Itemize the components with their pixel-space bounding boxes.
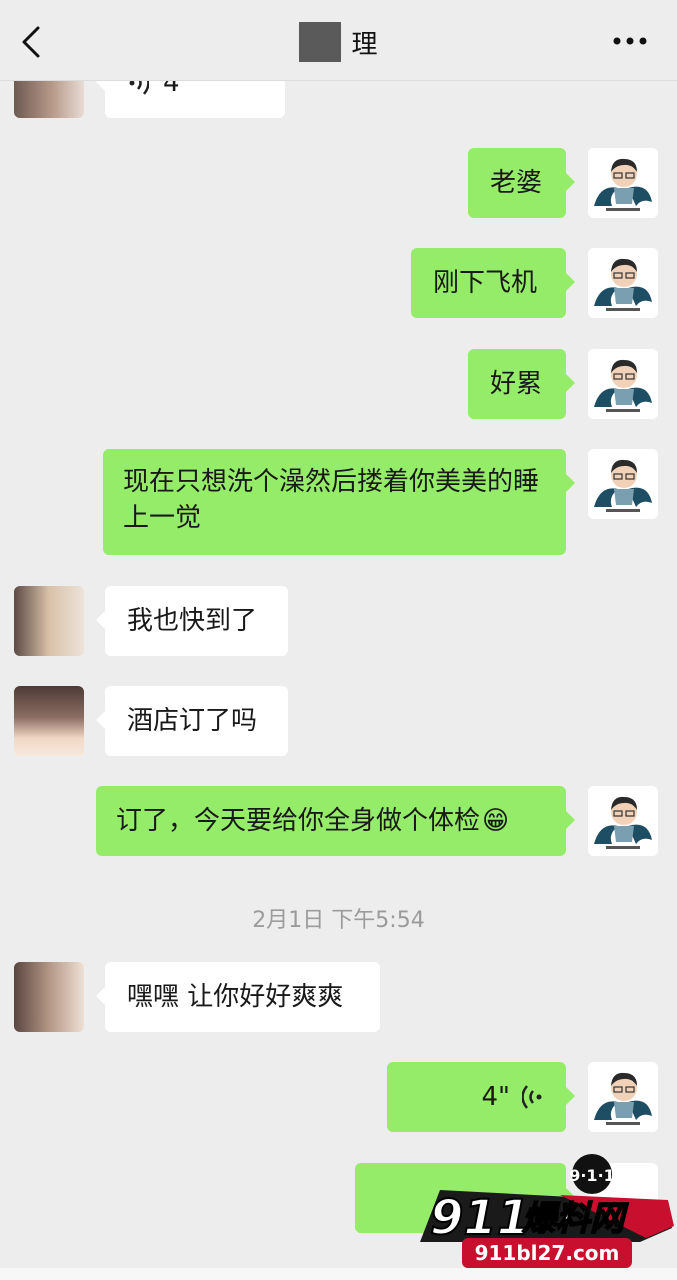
my-avatar[interactable] <box>588 349 658 419</box>
message-text: 好累 <box>490 369 543 399</box>
message-text: 现在只想洗个澡然后搂着你美美的睡上一觉 <box>123 467 540 533</box>
my-avatar[interactable] <box>588 148 658 218</box>
my-avatar[interactable] <box>588 248 658 318</box>
message-text: 酒店订了吗 <box>127 706 258 736</box>
message-bubble[interactable]: 现在只想洗个澡然后搂着你美美的睡上一觉 <box>103 449 575 555</box>
cartoon-avatar-icon <box>588 148 658 218</box>
cartoon-avatar-icon <box>588 786 658 856</box>
message-text: 我也快到了 <box>127 606 258 636</box>
grin-emoji: 😁 <box>482 806 510 836</box>
my-avatar[interactable] <box>588 449 658 519</box>
svg-text:911bl27.com: 911bl27.com <box>475 1241 620 1265</box>
contact-avatar[interactable] <box>14 962 84 1032</box>
watermark-logo: 911 爆料网 9·1·1 911bl27.com <box>420 1154 674 1268</box>
message-text: 老婆 <box>490 168 543 198</box>
more-options-icon[interactable] <box>613 36 647 46</box>
chat-title-area: 理 <box>0 22 677 62</box>
title-censor-block <box>299 22 342 62</box>
chat-title: 理 <box>351 29 378 60</box>
cartoon-avatar-icon <box>588 1062 658 1132</box>
my-avatar[interactable] <box>588 786 658 856</box>
message-bubble[interactable]: 嘿嘿 让你好好爽爽 <box>96 962 380 1032</box>
voice-duration: 4" <box>481 1082 510 1112</box>
svg-text:爆料网: 爆料网 <box>522 1199 629 1239</box>
cartoon-avatar-icon <box>588 349 658 419</box>
message-text: 嘿嘿 让你好好爽爽 <box>127 982 344 1012</box>
message-bubble[interactable]: 老婆 <box>468 148 575 218</box>
voice-message-bubble[interactable]: 4" <box>387 1062 575 1132</box>
chat-header: 理 <box>0 0 677 81</box>
message-bubble[interactable]: 酒店订了吗 <box>96 686 288 756</box>
message-text: 刚下飞机 <box>433 268 538 298</box>
chat-timestamp: 2月1日 下午5:54 <box>252 908 425 933</box>
cartoon-avatar-icon <box>588 449 658 519</box>
voice-wave-icon <box>522 1085 542 1109</box>
contact-avatar[interactable] <box>14 686 84 756</box>
my-avatar[interactable] <box>588 1062 658 1132</box>
message-text: 订了，今天要给你全身做个体检 <box>116 806 481 836</box>
svg-text:911: 911 <box>430 1190 530 1246</box>
message-bubble[interactable]: 订了，今天要给你全身做个体检😁 <box>96 786 575 856</box>
svg-text:9·1·1: 9·1·1 <box>569 1166 615 1185</box>
message-bubble[interactable]: 我也快到了 <box>96 586 288 656</box>
message-bubble[interactable]: 好累 <box>468 349 575 419</box>
contact-avatar[interactable] <box>14 586 84 656</box>
message-bubble[interactable]: 刚下飞机 <box>411 248 575 318</box>
cartoon-avatar-icon <box>588 248 658 318</box>
